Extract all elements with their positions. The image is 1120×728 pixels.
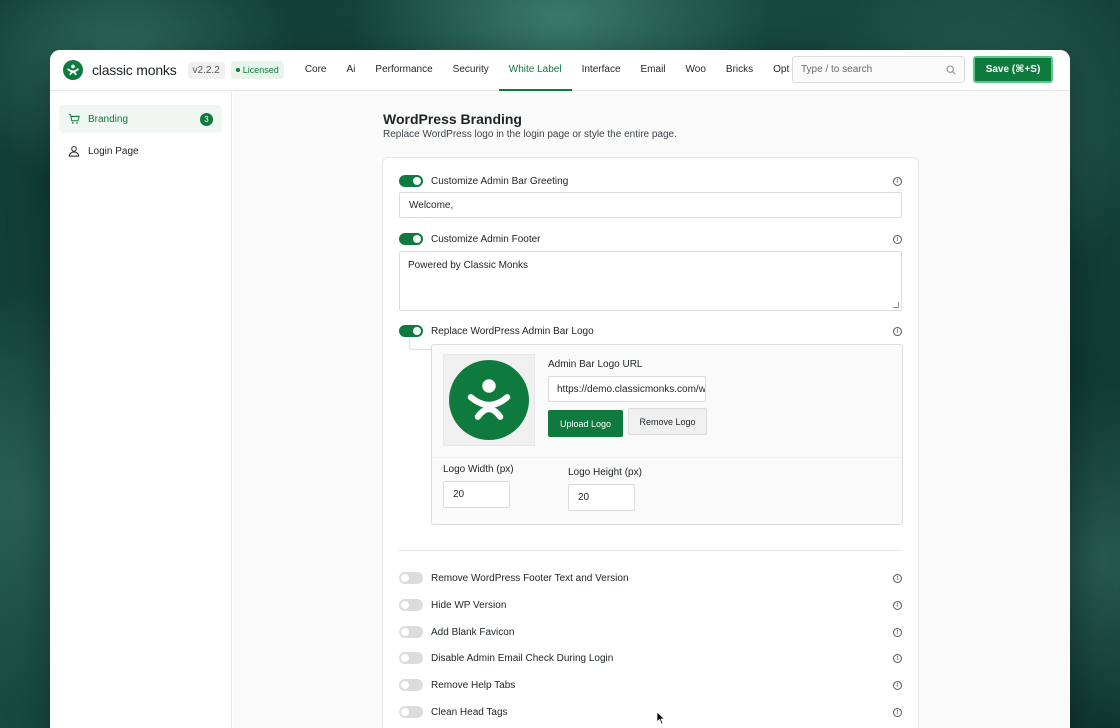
classic-monks-logo-icon bbox=[449, 360, 529, 440]
setting-label: Customize Admin Bar Greeting bbox=[431, 175, 569, 187]
greeting-toggle[interactable] bbox=[399, 175, 423, 187]
setting-row-blank-favicon: Add Blank Favicon i bbox=[399, 625, 902, 639]
sidebar-item-label: Login Page bbox=[88, 145, 139, 157]
setting-row-remove-footer: Remove WordPress Footer Text and Version… bbox=[399, 571, 902, 585]
setting-row-logo: Replace WordPress Admin Bar Logo i bbox=[399, 324, 902, 338]
classic-monks-logo-icon bbox=[63, 60, 83, 80]
page-title: WordPress Branding bbox=[383, 111, 522, 127]
tab-ai[interactable]: Ai bbox=[337, 50, 366, 91]
remove-footer-toggle[interactable] bbox=[399, 572, 423, 584]
info-icon[interactable]: i bbox=[893, 600, 902, 610]
logo-url-input[interactable]: https://demo.classicmonks.com/wp-content… bbox=[548, 376, 706, 402]
setting-label: Remove Help Tabs bbox=[431, 679, 516, 691]
logo-height-input[interactable]: 20 bbox=[568, 484, 635, 511]
setting-row-greeting: Customize Admin Bar Greeting i bbox=[399, 174, 902, 188]
info-icon[interactable]: i bbox=[893, 653, 902, 663]
info-icon[interactable]: i bbox=[893, 573, 902, 583]
search-box bbox=[792, 56, 965, 83]
mouse-cursor-icon bbox=[656, 711, 666, 725]
save-button[interactable]: Save (⌘+S) bbox=[973, 56, 1053, 83]
head-tags-toggle[interactable] bbox=[399, 706, 423, 718]
setting-label: Add Blank Favicon bbox=[431, 626, 515, 638]
setting-row-footer: Customize Admin Footer i bbox=[399, 232, 902, 246]
search-icon bbox=[946, 64, 956, 75]
blank-favicon-toggle[interactable] bbox=[399, 626, 423, 638]
logo-preview bbox=[443, 354, 535, 446]
tab-bricks[interactable]: Bricks bbox=[716, 50, 763, 91]
setting-row-head-tags: Clean Head Tags i bbox=[399, 705, 902, 719]
search-input[interactable] bbox=[801, 64, 946, 75]
setting-row-hide-version: Hide WP Version i bbox=[399, 598, 902, 612]
resize-handle-icon[interactable] bbox=[893, 302, 899, 308]
tab-core[interactable]: Core bbox=[295, 50, 337, 91]
divider bbox=[399, 550, 902, 551]
tree-connector bbox=[409, 338, 431, 350]
setting-row-email-check: Disable Admin Email Check During Login i bbox=[399, 651, 902, 665]
info-icon[interactable]: i bbox=[893, 707, 902, 717]
license-badge: Licensed bbox=[230, 61, 284, 79]
logo-url-label: Admin Bar Logo URL bbox=[548, 359, 643, 370]
email-check-toggle[interactable] bbox=[399, 652, 423, 664]
remove-logo-button[interactable]: Remove Logo bbox=[628, 408, 707, 435]
setting-label: Disable Admin Email Check During Login bbox=[431, 652, 614, 664]
tab-options[interactable]: Opt bbox=[763, 50, 793, 91]
license-label: Licensed bbox=[242, 65, 279, 75]
main-content: WordPress Branding Replace WordPress log… bbox=[233, 91, 1070, 728]
upload-logo-button[interactable]: Upload Logo bbox=[548, 410, 623, 437]
info-icon[interactable]: i bbox=[893, 234, 902, 244]
logo-height-label: Logo Height (px) bbox=[568, 467, 642, 478]
sidebar-item-branding[interactable]: Branding 3 bbox=[59, 105, 222, 133]
tab-white-label[interactable]: White Label bbox=[498, 50, 572, 91]
user-icon bbox=[68, 146, 80, 157]
logo-width-label: Logo Width (px) bbox=[443, 464, 514, 475]
footer-text: Powered by Classic Monks bbox=[408, 260, 529, 271]
sidebar: Branding 3 Login Page bbox=[50, 91, 232, 728]
logo-toggle[interactable] bbox=[399, 325, 423, 337]
footer-toggle[interactable] bbox=[399, 233, 423, 245]
info-icon[interactable]: i bbox=[893, 176, 902, 186]
logo-settings-panel: Admin Bar Logo URL https://demo.classicm… bbox=[431, 344, 903, 525]
brand-name: classic monks bbox=[92, 62, 177, 78]
info-icon[interactable]: i bbox=[893, 627, 902, 637]
count-badge: 3 bbox=[200, 112, 213, 126]
logo-width-input[interactable]: 20 bbox=[443, 481, 510, 508]
setting-label: Replace WordPress Admin Bar Logo bbox=[431, 325, 594, 337]
page-description: Replace WordPress logo in the login page… bbox=[383, 129, 677, 140]
sidebar-item-label: Branding bbox=[88, 113, 129, 125]
tab-email[interactable]: Email bbox=[631, 50, 676, 91]
setting-label: Customize Admin Footer bbox=[431, 233, 541, 245]
top-bar: classic monks v2.2.2 Licensed Core Ai Pe… bbox=[50, 50, 1070, 91]
setting-label: Remove WordPress Footer Text and Version bbox=[431, 572, 629, 584]
cart-icon bbox=[68, 114, 80, 124]
tab-woo[interactable]: Woo bbox=[676, 50, 716, 91]
logo-size-section: Logo Width (px) 20 Logo Height (px) 20 bbox=[432, 457, 902, 518]
setting-label: Clean Head Tags bbox=[431, 706, 508, 718]
tab-security[interactable]: Security bbox=[443, 50, 499, 91]
footer-textarea[interactable]: Powered by Classic Monks bbox=[399, 251, 902, 311]
tab-performance[interactable]: Performance bbox=[365, 50, 442, 91]
version-badge: v2.2.2 bbox=[187, 61, 225, 79]
setting-label: Hide WP Version bbox=[431, 599, 507, 611]
brand[interactable]: classic monks bbox=[50, 60, 177, 80]
info-icon[interactable]: i bbox=[893, 326, 902, 336]
hide-version-toggle[interactable] bbox=[399, 599, 423, 611]
tab-interface[interactable]: Interface bbox=[572, 50, 631, 91]
status-dot-icon bbox=[235, 68, 240, 72]
settings-card: Customize Admin Bar Greeting i Welcome, … bbox=[382, 157, 919, 728]
greeting-input[interactable]: Welcome, bbox=[399, 192, 902, 218]
app-window: classic monks v2.2.2 Licensed Core Ai Pe… bbox=[50, 50, 1070, 728]
help-tabs-toggle[interactable] bbox=[399, 679, 423, 691]
setting-row-help-tabs: Remove Help Tabs i bbox=[399, 678, 902, 692]
info-icon[interactable]: i bbox=[893, 680, 902, 690]
sidebar-item-login-page[interactable]: Login Page bbox=[59, 137, 222, 165]
main-nav: Core Ai Performance Security White Label… bbox=[295, 50, 793, 91]
